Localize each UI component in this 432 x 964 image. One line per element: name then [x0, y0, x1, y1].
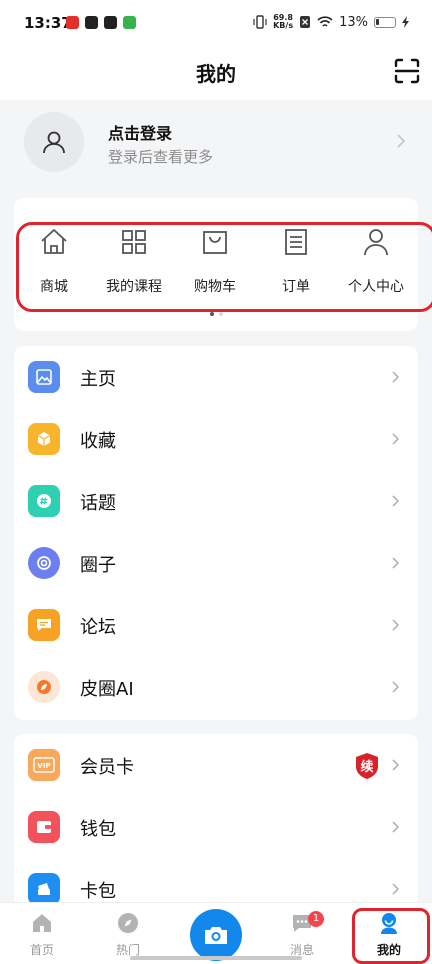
net-speed-unit: KB/s: [273, 21, 294, 30]
tab-label: 首页: [29, 943, 54, 957]
home-indicator: [130, 956, 302, 960]
camera-icon: [205, 927, 227, 944]
wallet-icon: [28, 811, 60, 843]
status-bar: 13:37 69.8 KB/s 13%: [0, 0, 432, 48]
quick-link-label: 商城: [40, 279, 68, 295]
menu-label: 会员卡: [80, 757, 134, 778]
home-icon: [41, 229, 67, 254]
renew-badge-text: 续: [360, 760, 374, 775]
charging-icon: [402, 16, 409, 28]
scan-icon[interactable]: [394, 58, 420, 84]
menu-item-forum[interactable]: 论坛: [14, 594, 418, 656]
battery-icon: [374, 16, 396, 28]
chevron-right-icon: [392, 371, 400, 383]
wifi-icon: [317, 16, 333, 27]
compass-icon: [118, 913, 138, 933]
chevron-right-icon: [392, 433, 400, 445]
list-icon: [285, 229, 307, 255]
message-badge: 1: [308, 911, 324, 927]
login-card[interactable]: 点击登录 登录后查看更多: [0, 100, 432, 184]
app-notification-icon: [66, 16, 79, 29]
user-icon: [43, 131, 65, 154]
menu-item-homepage[interactable]: 主页: [14, 346, 418, 408]
chevron-right-icon: [392, 681, 400, 693]
battery-percent: 13%: [339, 14, 368, 30]
quick-link-label: 订单: [282, 279, 310, 295]
vibrate-icon: [253, 15, 267, 29]
quick-link-label: 个人中心: [348, 279, 404, 295]
menu-label: 话题: [80, 493, 116, 514]
login-title[interactable]: 点击登录: [108, 120, 172, 144]
quick-link-cart[interactable]: 购物车: [175, 226, 255, 296]
header: 我的: [0, 48, 432, 100]
chevron-right-icon: [392, 759, 400, 771]
ai-leaf-icon: [28, 671, 60, 703]
chevron-right-icon: [392, 821, 400, 833]
avatar[interactable]: [24, 112, 84, 172]
menu-label: 论坛: [80, 617, 116, 638]
menu-label: 收藏: [80, 431, 116, 452]
quick-link-personal-center[interactable]: 个人中心: [336, 226, 416, 296]
quick-link-label: 购物车: [194, 279, 236, 295]
vip-card-icon: VIP: [28, 749, 60, 781]
primary-menu: 主页 收藏 话题 圈子 论坛 皮圈AI: [14, 346, 418, 720]
chevron-right-icon: [397, 134, 406, 148]
menu-label: 皮圈AI: [80, 679, 134, 700]
menu-label: 主页: [80, 369, 116, 390]
svg-text:VIP: VIP: [37, 762, 50, 770]
app-notification-icon: [85, 16, 98, 29]
menu-item-membership-card[interactable]: VIP 会员卡 续: [14, 734, 418, 796]
home-icon: [33, 914, 51, 932]
page-dot: [218, 312, 223, 316]
net-speed: 69.8 KB/s: [273, 14, 293, 30]
menu-label: 圈子: [80, 555, 116, 576]
page-title: 我的: [196, 62, 236, 86]
quick-link-label: 我的课程: [106, 279, 162, 295]
status-time: 13:37: [24, 14, 72, 32]
bottom-tab-bar: 首页 热门 消息 1 我的: [0, 902, 432, 964]
mail-notification-icon: [104, 16, 117, 29]
quick-links-panel: 商城 我的课程 购物车 订单 个人中心: [14, 198, 432, 331]
bag-icon: [203, 231, 227, 254]
hashtag-icon: [28, 485, 60, 517]
menu-item-wallet[interactable]: 钱包: [14, 796, 418, 858]
tab-home[interactable]: 首页: [12, 911, 72, 958]
page-indicator: [14, 312, 418, 316]
menu-label: 卡包: [80, 881, 116, 902]
quick-link-orders[interactable]: 订单: [256, 226, 336, 296]
signal-off-icon: [300, 16, 311, 28]
chevron-right-icon: [392, 619, 400, 631]
picture-icon: [28, 361, 60, 393]
tab-popular[interactable]: 热门: [98, 911, 158, 958]
card-pack-icon: [28, 873, 60, 905]
wechat-notification-icon: [123, 16, 136, 29]
grid-icon: [122, 230, 146, 254]
cube-icon: [28, 423, 60, 455]
menu-item-favorites[interactable]: 收藏: [14, 408, 418, 470]
chevron-right-icon: [392, 495, 400, 507]
menu-item-circles[interactable]: 圈子: [14, 532, 418, 594]
quick-link-mall[interactable]: 商城: [14, 226, 94, 296]
status-right: 69.8 KB/s 13%: [253, 14, 410, 30]
camera-button[interactable]: [190, 909, 242, 961]
login-subtitle: 登录后查看更多: [108, 148, 214, 166]
person-icon: [364, 229, 388, 256]
renew-badge[interactable]: 续: [354, 752, 380, 780]
menu-item-topics[interactable]: 话题: [14, 470, 418, 532]
highlight-annotation: [352, 908, 430, 964]
menu-item-pq-ai[interactable]: 皮圈AI: [14, 656, 418, 718]
chevron-right-icon: [392, 557, 400, 569]
circle-icon: [28, 547, 60, 579]
chevron-right-icon: [392, 883, 400, 895]
notification-icons: [66, 16, 136, 29]
page-dot-active: [209, 312, 214, 316]
chat-icon: [28, 609, 60, 641]
menu-label: 钱包: [80, 819, 116, 840]
quick-link-my-courses[interactable]: 我的课程: [94, 226, 174, 296]
